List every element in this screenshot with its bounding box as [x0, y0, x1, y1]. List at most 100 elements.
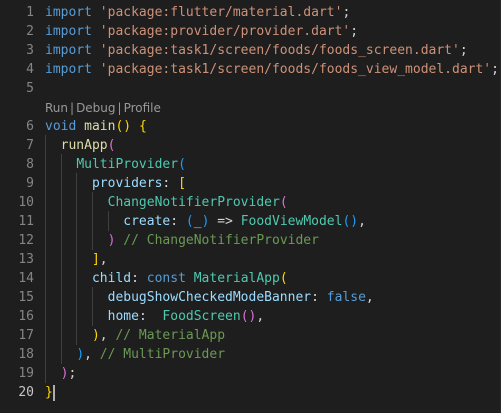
code-token: const	[146, 271, 186, 286]
line-number: 16	[18, 309, 34, 324]
line-number: 11	[18, 214, 34, 229]
code-token: providers	[91, 176, 163, 191]
code-line[interactable]: 15 debugShowCheckedModeBanner: false,	[0, 288, 501, 307]
code-token: (	[279, 195, 288, 210]
code-line[interactable]: 19 );	[0, 364, 501, 383]
code-text: void main() {	[45, 119, 147, 134]
code-token: ()	[240, 309, 257, 324]
line-number: 1	[26, 5, 34, 20]
code-text: create: (_) => FoodViewModel(),	[45, 214, 366, 229]
line-number: 17	[18, 328, 34, 343]
code-token: :	[131, 271, 147, 286]
code-text: runApp(	[45, 138, 116, 153]
line-number: 9	[26, 176, 34, 191]
code-line[interactable]: 6 void main() {	[0, 117, 501, 136]
code-token: // MultiProvider	[99, 347, 226, 362]
code-token: :	[162, 176, 179, 191]
codelens-separator: |	[117, 100, 122, 115]
line-number: 13	[18, 252, 34, 267]
code-line[interactable]: 2 import 'package:provider/provider.dart'…	[0, 22, 501, 41]
code-token: ,	[99, 328, 116, 343]
code-token: ;	[68, 366, 77, 381]
code-line[interactable]: 14 child: const MaterialApp(	[0, 269, 501, 288]
line-number: 14	[18, 271, 34, 286]
code-line[interactable]: 20}	[0, 383, 501, 402]
line-number: 20	[18, 385, 34, 400]
code-text: import 'package:task1/screen/foods/foods…	[45, 43, 468, 58]
code-token: ;	[350, 24, 359, 39]
code-line[interactable]: 3 import 'package:task1/screen/foods/food…	[0, 41, 501, 60]
code-editor[interactable]: Run | Debug | Profile 1 import 'package:f…	[0, 0, 501, 413]
code-text: ), // MultiProvider	[45, 347, 225, 362]
code-line[interactable]: 11 create: (_) => FoodViewModel(),	[0, 212, 501, 231]
code-line[interactable]: 12 ) // ChangeNotifierProvider	[0, 231, 501, 250]
code-token: :	[138, 309, 163, 324]
line-number: 10	[18, 195, 34, 210]
code-line[interactable]: 1 import 'package:flutter/material.dart';	[0, 3, 501, 22]
line-number: 4	[26, 62, 34, 77]
code-token: (	[185, 214, 194, 229]
line-number: 3	[26, 43, 34, 58]
indent-guide	[76, 173, 78, 345]
code-line[interactable]: 18 ), // MultiProvider	[0, 345, 501, 364]
code-token: MaterialApp	[193, 271, 280, 286]
code-line[interactable]: 9 providers: [	[0, 174, 501, 193]
line-number: 18	[18, 347, 34, 362]
code-token: ()	[115, 119, 132, 134]
codelens-profile-link[interactable]: Profile	[124, 101, 161, 115]
code-token: ;	[459, 43, 468, 58]
code-token: void	[45, 119, 77, 134]
code-token: [	[178, 176, 186, 191]
code-token: debugShowCheckedModeBanner	[107, 290, 312, 305]
line-number: 6	[26, 119, 34, 134]
code-token: ()	[342, 214, 359, 229]
code-token: home	[107, 309, 139, 324]
code-line[interactable]: 10 ChangeNotifierProvider(	[0, 193, 501, 212]
code-token: 'package:flutter/material.dart'	[99, 5, 343, 20]
code-line[interactable]: 5	[0, 79, 501, 98]
codelens-debug-link[interactable]: Debug	[76, 101, 115, 115]
code-text: ), // MaterialApp	[45, 328, 225, 343]
code-token: ,	[99, 252, 108, 267]
line-number: 7	[26, 138, 34, 153]
code-token: create	[123, 214, 171, 229]
code-line[interactable]: 16 home: FoodScreen(),	[0, 307, 501, 326]
codelens-run-link[interactable]: Run	[45, 101, 68, 115]
code-token: ChangeNotifierProvider	[107, 195, 280, 210]
code-text: ) // ChangeNotifierProvider	[45, 233, 319, 248]
code-token: ,	[358, 214, 366, 229]
codelens-separator: |	[70, 100, 75, 115]
code-line[interactable]: 7 runApp(	[0, 136, 501, 155]
indent-guide	[91, 287, 93, 326]
line-number: 2	[26, 24, 34, 39]
code-token: }	[45, 385, 53, 400]
code-token: import	[45, 24, 92, 39]
code-token: ,	[84, 347, 100, 362]
code-token: ,	[256, 309, 265, 324]
code-text: debugShowCheckedModeBanner: false,	[45, 290, 374, 305]
code-token: main	[84, 119, 116, 134]
code-token: ;	[342, 5, 351, 20]
code-token: :	[170, 214, 186, 229]
code-text: child: const MaterialApp(	[45, 271, 288, 286]
code-text: import 'package:task1/screen/foods/foods…	[45, 62, 499, 77]
code-line[interactable]: 13 ],	[0, 250, 501, 269]
code-text: );	[45, 366, 77, 381]
codelens-bar: Run | Debug | Profile	[45, 99, 161, 116]
code-line[interactable]: 4 import 'package:task1/screen/foods/food…	[0, 60, 501, 79]
code-token: FoodViewModel	[240, 214, 343, 229]
code-token: MultiProvider	[76, 157, 179, 172]
code-text: ChangeNotifierProvider(	[45, 195, 288, 210]
code-token: import	[45, 62, 92, 77]
code-line[interactable]: 8 MultiProvider(	[0, 155, 501, 174]
code-token: )	[91, 328, 100, 343]
indent-guide	[45, 135, 46, 383]
code-token: false	[326, 290, 366, 305]
code-line[interactable]: 17 ), // MaterialApp	[0, 326, 501, 345]
